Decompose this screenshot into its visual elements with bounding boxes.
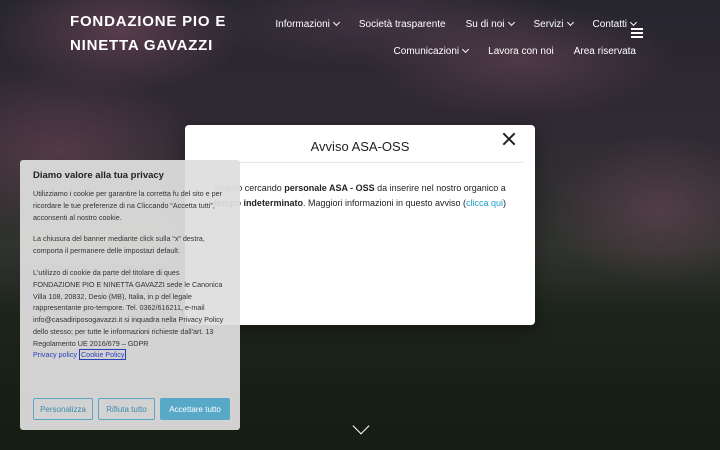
customize-button[interactable]: Personalizza	[33, 398, 93, 420]
modal-text: da inserire nel nostro organico a	[374, 183, 506, 193]
nav-row-1: Informazioni Società trasparente Su di n…	[275, 14, 638, 34]
nav-item-label: Servizi	[533, 18, 564, 30]
modal-title: Avviso ASA-OSS	[310, 139, 410, 154]
modal-text: . Maggiori informazioni in questo avviso…	[302, 198, 467, 208]
chevron-down-icon	[507, 18, 515, 27]
nav-item-societa-trasparente[interactable]: Società trasparente	[359, 19, 446, 30]
nav-item-label: Informazioni	[275, 18, 330, 30]
nav-row-2: Comunicazioni Lavora con noi Area riserv…	[276, 41, 636, 61]
accept-all-button[interactable]: Accettare tutto	[160, 398, 230, 420]
chevron-down-icon	[332, 18, 340, 27]
privacy-policy-link[interactable]: Privacy policy	[33, 350, 77, 359]
chevron-down-icon	[566, 18, 574, 27]
nav-item-servizi[interactable]: Servizi	[533, 18, 574, 30]
cookie-banner-buttons: Personalizza Rifiuta tutto Accettare tut…	[33, 398, 230, 420]
hamburger-icon[interactable]	[631, 28, 643, 38]
nav-item-label: Lavora con noi	[488, 45, 554, 57]
nav-item-su-di-noi[interactable]: Su di noi	[465, 18, 515, 30]
nav-item-area-riservata[interactable]: Area riservata	[574, 46, 636, 57]
cookie-policy-link[interactable]: Cookie Policy	[78, 348, 127, 360]
nav-item-label: Società trasparente	[358, 18, 446, 30]
cookie-banner-text-2: La chiusura del banner mediante click su…	[33, 234, 205, 256]
nav-item-label: Area riservata	[573, 45, 636, 57]
chevron-down-icon[interactable]	[353, 424, 369, 440]
modal-text: )	[503, 198, 507, 208]
modal-notice-link[interactable]: clicca qui	[466, 198, 503, 208]
nav-item-informazioni[interactable]: Informazioni	[275, 18, 340, 30]
nav-item-contatti[interactable]: Contatti	[592, 18, 638, 30]
nav-item-label: Su di noi	[465, 18, 505, 30]
main-navigation: Informazioni Società trasparente Su di n…	[275, 14, 638, 68]
chevron-down-icon	[462, 45, 470, 54]
reject-all-button[interactable]: Rifiuta tutto	[98, 398, 155, 420]
chevron-down-icon	[629, 18, 638, 27]
close-icon[interactable]	[501, 131, 517, 147]
cookie-banner-links: Privacy policy Cookie Policy	[33, 348, 227, 360]
site-title[interactable]: FONDAZIONE PIO E NINETTA GAVAZZI	[70, 10, 250, 58]
nav-item-label: Contatti	[592, 18, 627, 30]
nav-item-lavora-con-noi[interactable]: Lavora con noi	[488, 46, 554, 57]
cookie-banner-text-1: Utilizziamo i cookie per garantire la co…	[33, 189, 222, 222]
modal-text-bold: personale ASA - OSS	[284, 183, 375, 193]
cookie-banner-text-3: L'utilizzo di cookie da parte del titola…	[33, 267, 224, 348]
nav-item-label: Comunicazioni	[393, 45, 460, 57]
cookie-consent-banner: Diamo valore alla tua privacy Utilizziam…	[20, 160, 240, 430]
cookie-banner-title: Diamo valore alla tua privacy	[33, 170, 164, 181]
nav-item-comunicazioni[interactable]: Comunicazioni	[393, 45, 470, 57]
modal-header: Avviso ASA-OSS	[197, 125, 523, 163]
